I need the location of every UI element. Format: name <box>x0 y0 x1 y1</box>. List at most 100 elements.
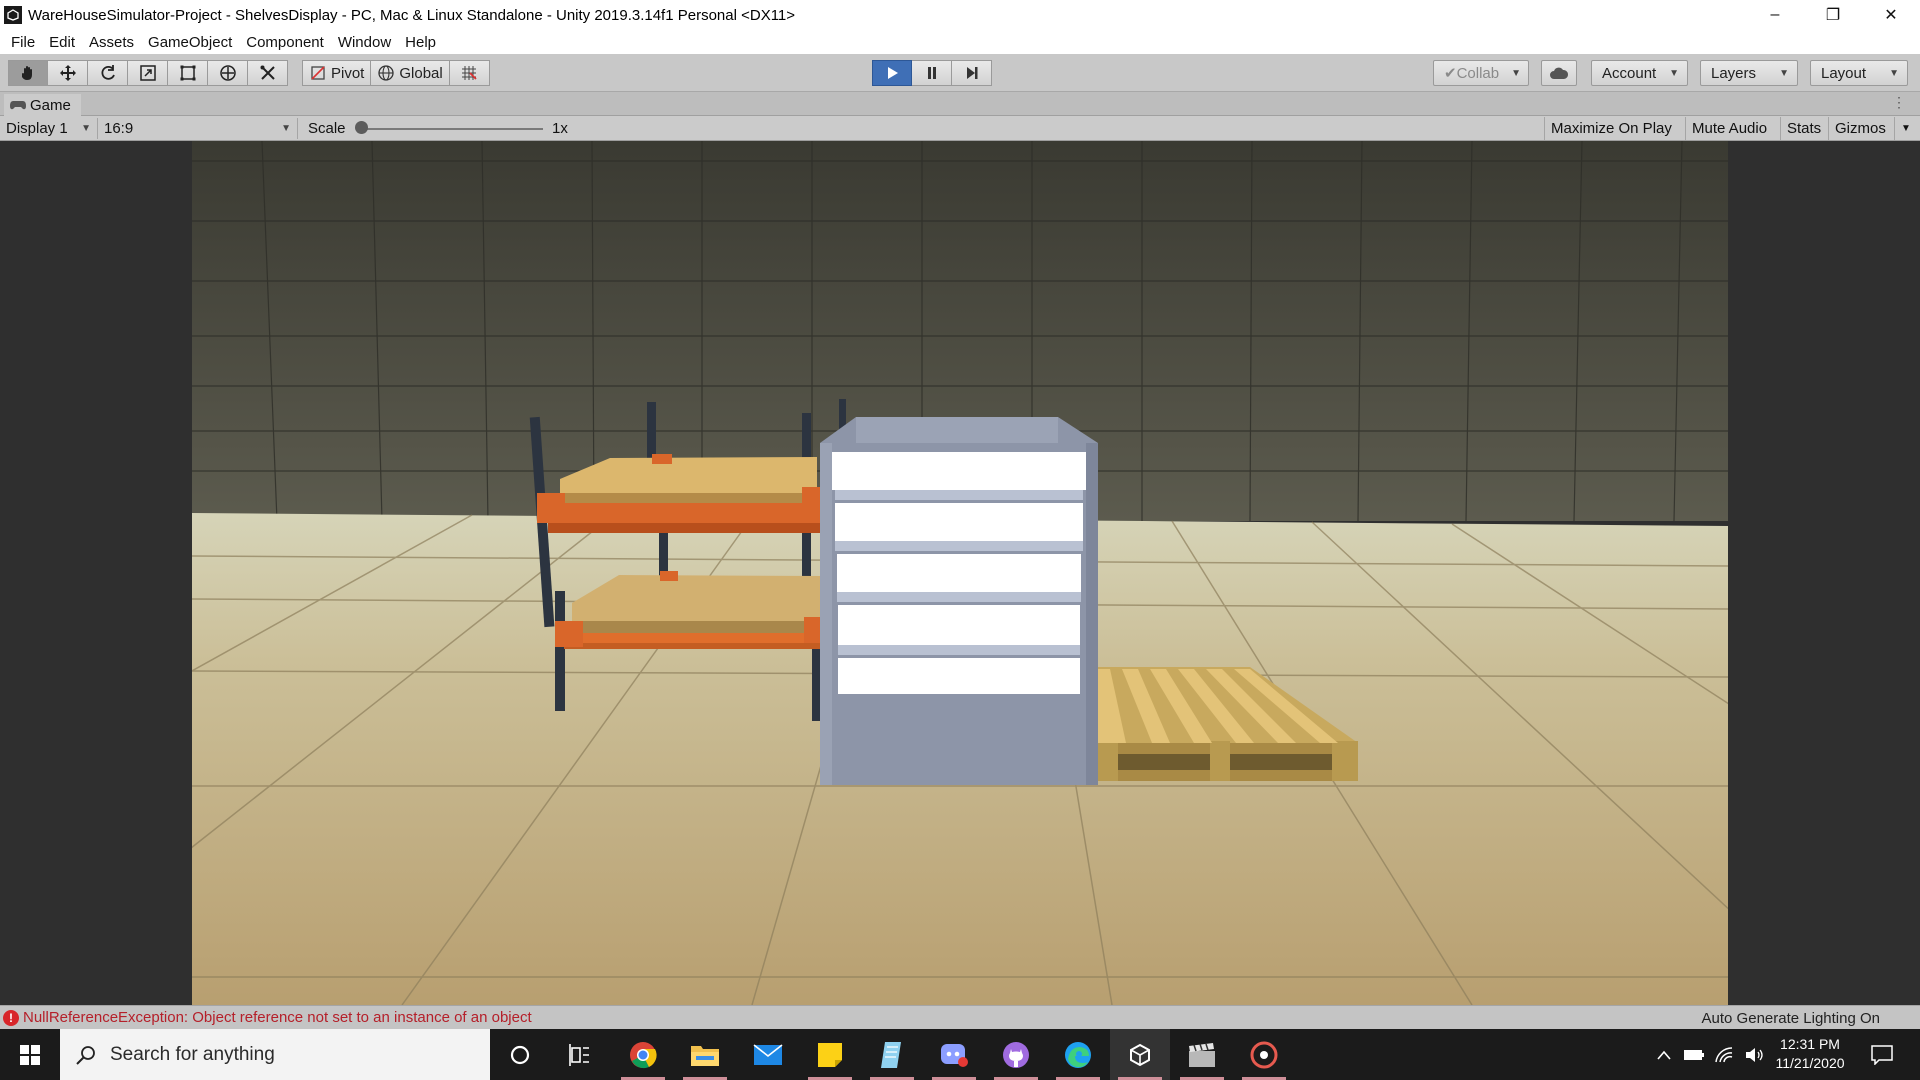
start-button[interactable] <box>0 1029 60 1080</box>
display-dropdown[interactable]: Display 1 ▼ <box>0 118 98 139</box>
menu-bar: File Edit Assets GameObject Component Wi… <box>0 30 1920 54</box>
menu-help[interactable]: Help <box>398 34 443 51</box>
scale-icon <box>139 65 156 81</box>
window-title: WareHouseSimulator-Project - ShelvesDisp… <box>28 6 796 24</box>
game-view-toolbar: Display 1 ▼ 16:9 ▼ Scale 1x Maximize On … <box>0 116 1920 141</box>
game-viewport[interactable] <box>0 141 1920 1005</box>
chrome-taskbar-app[interactable] <box>613 1029 673 1080</box>
main-toolbar: Pivot Global ✔ Collab ▼ Account ▼ Layers <box>0 54 1920 92</box>
grid-snap-icon <box>462 66 477 80</box>
chevron-down-icon: ▼ <box>281 123 291 134</box>
layers-label: Layers <box>1711 64 1757 82</box>
task-view-icon <box>569 1043 589 1066</box>
global-label: Global <box>399 64 443 82</box>
discord-taskbar-app[interactable] <box>924 1029 984 1080</box>
unity-logo-icon <box>4 6 22 24</box>
title-bar: WareHouseSimulator-Project - ShelvesDisp… <box>0 0 1920 30</box>
taskbar-search-box[interactable]: Search for anything <box>60 1029 490 1080</box>
pause-icon <box>927 67 936 79</box>
grid-snap-button[interactable] <box>449 60 490 86</box>
cortana-button[interactable] <box>490 1029 550 1080</box>
lighting-status[interactable]: Auto Generate Lighting On <box>1702 1010 1880 1027</box>
menu-edit[interactable]: Edit <box>42 34 82 51</box>
tab-game[interactable]: Game <box>4 94 81 116</box>
cortana-circle-icon <box>510 1045 530 1064</box>
gizmos-toggle[interactable]: Gizmos <box>1828 117 1892 140</box>
sticky-notes-taskbar-app[interactable] <box>800 1029 860 1080</box>
gamepad-icon <box>10 101 26 110</box>
custom-tool-button[interactable] <box>248 60 288 86</box>
mail-taskbar-app[interactable] <box>738 1029 798 1080</box>
show-hidden-icons-chevron-icon[interactable] <box>1650 1029 1678 1080</box>
file-explorer-taskbar-app[interactable] <box>675 1029 735 1080</box>
global-toggle-button[interactable]: Global <box>371 60 450 86</box>
stats-toggle[interactable]: Stats <box>1780 117 1827 140</box>
notepad-taskbar-app[interactable] <box>862 1029 922 1080</box>
error-message[interactable]: NullReferenceException: Object reference… <box>23 1009 532 1026</box>
clock-time: 12:31 PM <box>1780 1036 1840 1052</box>
play-button[interactable] <box>872 60 912 86</box>
move-arrows-icon <box>59 65 76 81</box>
github-desktop-taskbar-app[interactable] <box>986 1029 1046 1080</box>
cloud-icon <box>1550 67 1569 79</box>
white-storage-rack <box>820 417 1098 785</box>
account-dropdown[interactable]: Account ▼ <box>1591 60 1688 86</box>
layers-dropdown[interactable]: Layers ▼ <box>1700 60 1798 86</box>
transform-tools <box>8 60 288 86</box>
notifications-icon[interactable] <box>1862 1029 1902 1080</box>
wifi-icon[interactable] <box>1710 1029 1738 1080</box>
scale-tool-button[interactable] <box>128 60 168 86</box>
pivot-icon <box>311 66 325 80</box>
unity-taskbar-app[interactable] <box>1110 1029 1170 1080</box>
mute-audio-toggle[interactable]: Mute Audio <box>1685 117 1773 140</box>
pause-button[interactable] <box>912 60 952 86</box>
hand-icon <box>22 66 32 80</box>
close-button[interactable]: ✕ <box>1862 0 1920 30</box>
clapper-taskbar-app[interactable] <box>1172 1029 1232 1080</box>
minimize-button[interactable]: – <box>1746 0 1804 30</box>
battery-icon[interactable] <box>1680 1029 1708 1080</box>
game-scene[interactable] <box>192 141 1728 1005</box>
rotate-tool-button[interactable] <box>88 60 128 86</box>
tab-game-label: Game <box>30 96 71 114</box>
layout-dropdown[interactable]: Layout ▼ <box>1810 60 1908 86</box>
chevron-down-icon: ▼ <box>1669 67 1679 79</box>
clapperboard-icon <box>1189 1042 1215 1067</box>
menu-component[interactable]: Component <box>239 34 331 51</box>
rotate-icon <box>101 65 115 80</box>
step-button[interactable] <box>952 60 992 86</box>
move-tool-button[interactable] <box>48 60 88 86</box>
restore-button[interactable]: ❐ <box>1804 0 1862 30</box>
aspect-dropdown[interactable]: 16:9 ▼ <box>98 118 298 139</box>
transform-tool-button[interactable] <box>208 60 248 86</box>
scale-slider-track[interactable] <box>363 128 543 130</box>
edge-taskbar-app[interactable] <box>1048 1029 1108 1080</box>
task-view-button[interactable] <box>550 1029 610 1080</box>
menu-assets[interactable]: Assets <box>82 34 141 51</box>
windows-taskbar: Search for anything 12:31 PM 11/21/2020 <box>0 1029 1920 1080</box>
media-player-taskbar-app[interactable] <box>1234 1029 1294 1080</box>
menu-window[interactable]: Window <box>331 34 398 51</box>
status-bar: ! NullReferenceException: Object referen… <box>0 1005 1920 1029</box>
transform-gizmo-icon <box>219 65 236 81</box>
rect-tool-button[interactable] <box>168 60 208 86</box>
scale-label: Scale <box>308 120 346 137</box>
pivot-toggle-button[interactable]: Pivot <box>302 60 372 86</box>
hand-tool-button[interactable] <box>8 60 48 86</box>
unity-icon <box>1130 1043 1150 1066</box>
notepad-icon <box>881 1041 901 1068</box>
collab-dropdown[interactable]: ✔ Collab ▼ <box>1433 60 1529 86</box>
taskbar-clock[interactable]: 12:31 PM 11/21/2020 <box>1760 1035 1860 1073</box>
maximize-on-play-toggle[interactable]: Maximize On Play <box>1544 117 1678 140</box>
windows-logo-icon <box>20 1044 40 1065</box>
chevron-down-icon: ▼ <box>1511 67 1522 79</box>
record-icon <box>1250 1041 1278 1068</box>
pivot-label: Pivot <box>331 64 365 82</box>
tab-menu-icon[interactable]: ⋮ <box>1892 94 1906 111</box>
scale-slider-thumb[interactable] <box>355 121 368 134</box>
pivot-controls: Pivot Global <box>302 60 490 86</box>
menu-gameobject[interactable]: GameObject <box>141 34 239 51</box>
gizmos-menu-chevron-icon[interactable]: ▼ <box>1894 117 1917 140</box>
cloud-button[interactable] <box>1541 60 1577 86</box>
menu-file[interactable]: File <box>4 34 42 51</box>
